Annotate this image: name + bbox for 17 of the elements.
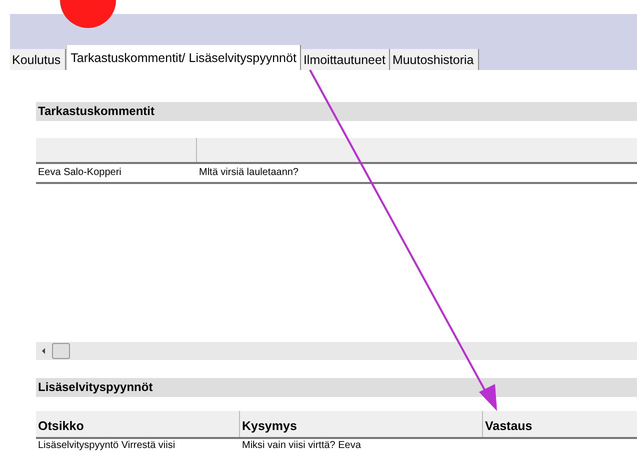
tab[interactable]: Tarkastuskommentit/ Lisäselvityspyynnöt bbox=[66, 45, 302, 70]
tab[interactable]: Koulutus bbox=[10, 49, 66, 70]
table-cell-text: Lisäselvityspyyntö Virrestä viisi bbox=[37, 439, 176, 453]
section-header: Tarkastuskommentit bbox=[36, 102, 637, 121]
column-header: Otsikko bbox=[36, 411, 240, 437]
table-cell-text: Eeva Salo-Kopperi bbox=[37, 166, 122, 180]
logo-icon bbox=[60, 0, 116, 28]
table-cell-text: Mltä virsiä lauletaann? bbox=[198, 166, 300, 180]
tab[interactable]: Ilmoittautuneet bbox=[301, 49, 390, 70]
section-header: Lisäselvityspyynnöt bbox=[36, 378, 637, 397]
horizontal-scrollbar[interactable] bbox=[36, 342, 637, 360]
scrollbar-thumb[interactable] bbox=[52, 343, 70, 359]
scroll-left-icon[interactable] bbox=[42, 348, 45, 354]
column-header: Kysymys bbox=[240, 411, 483, 437]
column-header: Vastaus bbox=[484, 418, 534, 435]
tab[interactable]: Muutoshistoria bbox=[390, 49, 479, 70]
table-cell-text: Miksi vain viisi virttä? Eeva bbox=[241, 439, 362, 453]
